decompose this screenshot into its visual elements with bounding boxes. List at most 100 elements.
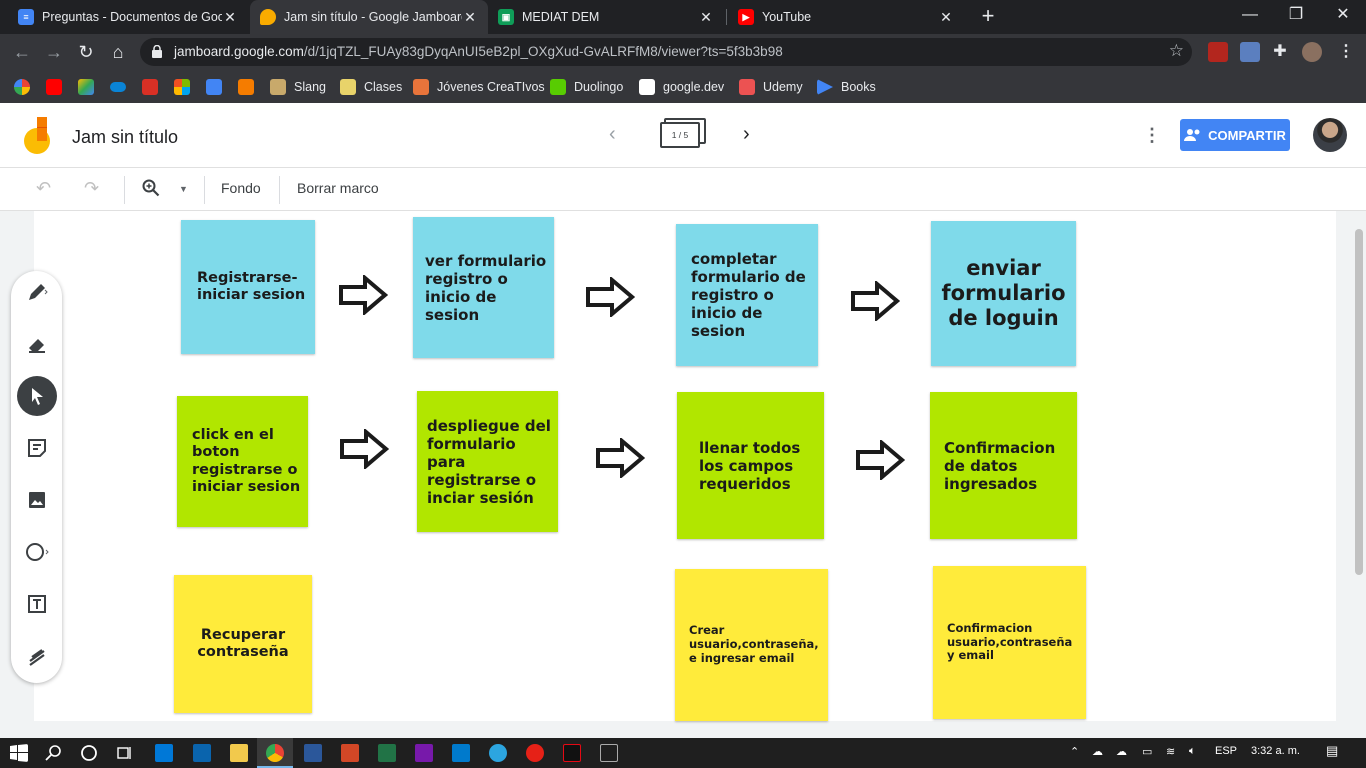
arrow-shape[interactable] <box>850 281 900 321</box>
background-button[interactable]: Fondo <box>221 180 261 196</box>
bookmark-jovenes[interactable]: Jóvenes CreaTIvos <box>413 78 545 96</box>
mail-icon[interactable] <box>193 744 211 762</box>
prime-video-icon[interactable] <box>600 744 618 762</box>
wifi-icon[interactable]: ≋ <box>1166 745 1175 758</box>
new-tab-button[interactable]: + <box>976 4 1000 30</box>
notifications-icon[interactable]: ▤ <box>1326 743 1338 759</box>
arrow-shape[interactable] <box>855 440 905 480</box>
sticky-note[interactable]: llenar todos los campos requeridos <box>677 392 824 539</box>
file-explorer-icon[interactable] <box>230 744 248 762</box>
word-icon[interactable] <box>304 744 322 762</box>
zoom-icon[interactable] <box>142 179 160 197</box>
prev-frame-button[interactable]: ‹ <box>609 123 616 146</box>
close-tab-icon[interactable]: ✕ <box>698 9 714 26</box>
arrow-shape[interactable] <box>338 275 388 315</box>
bookmark-drive-icon[interactable] <box>78 78 102 96</box>
tab-jamboard[interactable]: Jam sin título - Google Jamboard ✕ <box>250 0 488 34</box>
jam-title[interactable]: Jam sin título <box>72 127 178 148</box>
close-tab-icon[interactable]: ✕ <box>222 9 238 26</box>
bookmark-translate-icon[interactable] <box>206 78 230 96</box>
tab-mediat[interactable]: ▣ MEDIAT DEM ✕ <box>488 0 724 34</box>
forward-button[interactable]: → <box>42 40 66 64</box>
frame-indicator[interactable]: 1 / 5 <box>660 122 700 148</box>
arrow-shape[interactable] <box>585 277 635 317</box>
select-tool[interactable] <box>17 376 57 416</box>
bookmark-duolingo[interactable]: Duolingo <box>550 78 623 96</box>
netflix-icon[interactable] <box>563 744 581 762</box>
sticky-note-tool[interactable] <box>17 428 57 468</box>
bookmark-books[interactable]: Books <box>817 78 876 96</box>
bookmark-clases[interactable]: Clases <box>340 78 402 96</box>
reload-button[interactable]: ↻ <box>74 40 98 64</box>
close-tab-icon[interactable]: ✕ <box>938 9 954 26</box>
sticky-note[interactable]: completar formulario de registro o inici… <box>676 224 818 366</box>
close-window-button[interactable]: ✕ <box>1320 0 1366 34</box>
sticky-note[interactable]: Crear usuario,contraseña, e ingresar ema… <box>675 569 828 721</box>
text-box-tool[interactable] <box>17 584 57 624</box>
battery-icon[interactable]: ▭ <box>1142 745 1152 758</box>
share-button[interactable]: COMPARTIR <box>1180 119 1290 151</box>
bookmark-w-icon[interactable] <box>238 78 262 96</box>
clear-frame-button[interactable]: Borrar marco <box>297 180 379 196</box>
volume-icon[interactable]: 🔈︎ <box>1189 745 1196 758</box>
youtube-music-icon[interactable] <box>526 744 544 762</box>
next-frame-button[interactable]: › <box>743 123 750 146</box>
clock[interactable]: 3:32 a. m. <box>1251 745 1300 757</box>
onenote-icon[interactable] <box>415 744 433 762</box>
chrome-icon[interactable] <box>266 744 284 762</box>
powerpoint-icon[interactable] <box>341 744 359 762</box>
search-icon[interactable] <box>45 744 63 762</box>
sticky-note[interactable]: enviar formulario de loguin <box>931 221 1076 366</box>
bookmark-youtube-icon[interactable] <box>46 78 70 96</box>
jam-canvas[interactable]: Registrarse- iniciar sesion ver formular… <box>34 211 1336 721</box>
task-view-icon[interactable] <box>116 744 134 762</box>
extension-icon[interactable] <box>1208 42 1228 62</box>
language-indicator[interactable]: ESP <box>1215 745 1237 757</box>
shape-tool[interactable] <box>17 532 57 572</box>
image-tool[interactable] <box>17 480 57 520</box>
puzzle-icon[interactable]: ✚ <box>1270 42 1290 62</box>
onedrive-icon[interactable]: ☁ <box>1092 745 1103 758</box>
store-icon[interactable] <box>155 744 173 762</box>
tab-youtube[interactable]: ▶ YouTube ✕ <box>728 0 964 34</box>
sticky-note[interactable]: click en el boton registrarse o iniciar … <box>177 396 308 527</box>
address-bar[interactable]: jamboard.google.com/d/1jqTZL_FUAy83gDyqA… <box>140 38 1192 66</box>
windows-start-icon[interactable] <box>10 744 28 762</box>
bookmark-microsoft-icon[interactable] <box>174 78 198 96</box>
sticky-note[interactable]: Recuperar contraseña <box>174 575 312 713</box>
sticky-note[interactable]: Registrarse- iniciar sesion <box>181 220 315 354</box>
tray-chevron-icon[interactable]: ⌃ <box>1070 745 1079 758</box>
cloud-sync-icon[interactable]: ☁ <box>1116 745 1127 758</box>
home-button[interactable]: ⌂ <box>106 40 130 64</box>
bookmark-slang[interactable]: Slang <box>270 78 326 96</box>
profile-avatar[interactable] <box>1302 42 1322 62</box>
more-options-icon[interactable]: ⋮ <box>1143 125 1161 145</box>
account-avatar[interactable] <box>1313 118 1347 152</box>
sticky-note[interactable]: ver formulario registro o inicio de sesi… <box>413 217 554 358</box>
arrow-shape[interactable] <box>339 429 389 469</box>
laser-tool[interactable] <box>17 636 57 676</box>
telegram-icon[interactable] <box>489 744 507 762</box>
eraser-tool[interactable] <box>17 324 57 364</box>
excel-icon[interactable] <box>378 744 396 762</box>
bookmark-gmail-icon[interactable] <box>142 78 166 96</box>
sticky-note[interactable]: Confirmacion de datos ingresados <box>930 392 1077 539</box>
bookmark-udemy[interactable]: Udemy <box>739 78 803 96</box>
bookmark-google-icon[interactable] <box>14 78 38 96</box>
extension-icon[interactable] <box>1240 42 1260 62</box>
redo-icon[interactable]: ↷ <box>84 178 99 199</box>
close-tab-icon[interactable]: ✕ <box>462 9 478 26</box>
sticky-note[interactable]: despliegue del formulario para registrar… <box>417 391 558 532</box>
pen-tool[interactable] <box>17 272 57 312</box>
undo-icon[interactable]: ↶ <box>36 178 51 199</box>
minimize-button[interactable]: — <box>1227 0 1273 34</box>
arrow-shape[interactable] <box>595 438 645 478</box>
sticky-note[interactable]: Confirmacion usuario,contraseña y email <box>933 566 1086 719</box>
vertical-scrollbar[interactable] <box>1355 229 1363 575</box>
vscode-icon[interactable] <box>452 744 470 762</box>
restore-button[interactable]: ❐ <box>1273 0 1319 34</box>
back-button[interactable]: ← <box>10 40 34 64</box>
bookmark-onedrive-icon[interactable] <box>110 78 134 96</box>
zoom-dropdown-icon[interactable]: ▼ <box>179 184 188 194</box>
browser-menu-icon[interactable]: ⋮ <box>1336 42 1356 62</box>
